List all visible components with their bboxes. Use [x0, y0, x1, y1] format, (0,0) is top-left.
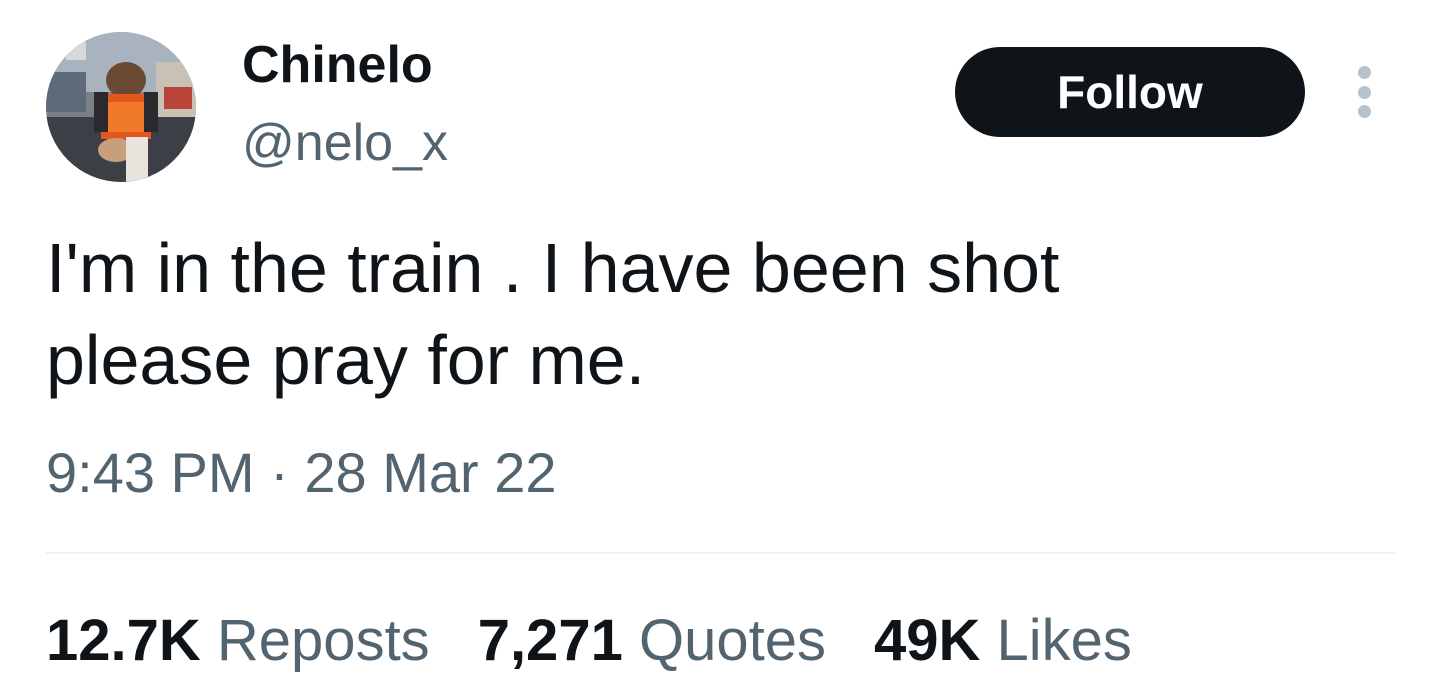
avatar-photo	[46, 32, 196, 182]
tweet-text-line: I'm in the train . I have been shot	[46, 229, 1060, 307]
engagement-stats: 12.7K Reposts 7,271 Quotes 49K Likes	[46, 608, 1132, 674]
reposts-count: 12.7K	[46, 608, 201, 673]
more-options-icon[interactable]	[1346, 66, 1382, 118]
avatar[interactable]	[46, 32, 196, 182]
quotes-stat[interactable]: 7,271 Quotes	[478, 608, 826, 674]
reposts-stat[interactable]: 12.7K Reposts	[46, 608, 430, 674]
more-options-dot	[1357, 85, 1371, 99]
display-name[interactable]: Chinelo	[242, 34, 433, 96]
likes-stat[interactable]: 49K Likes	[874, 608, 1132, 674]
likes-label: Likes	[996, 608, 1132, 673]
more-options-dot	[1357, 105, 1371, 118]
tweet-text: I'm in the train . I have been shot plea…	[46, 222, 1396, 406]
reposts-label: Reposts	[216, 608, 430, 673]
tweet-date: 28 Mar 22	[304, 441, 557, 504]
tweet-timestamp[interactable]: 9:43 PM · 28 Mar 22	[46, 440, 556, 506]
quotes-label: Quotes	[638, 608, 826, 673]
tweet-text-line: please pray for me.	[46, 321, 646, 399]
timestamp-separator: ·	[270, 441, 289, 504]
user-handle[interactable]: @nelo_x	[242, 112, 448, 174]
follow-button[interactable]: Follow	[955, 47, 1305, 137]
likes-count: 49K	[873, 608, 981, 673]
tweet-time: 9:43 PM	[46, 441, 255, 504]
more-options-dot	[1357, 66, 1371, 79]
quotes-count: 7,271	[477, 608, 623, 673]
divider	[46, 552, 1396, 554]
